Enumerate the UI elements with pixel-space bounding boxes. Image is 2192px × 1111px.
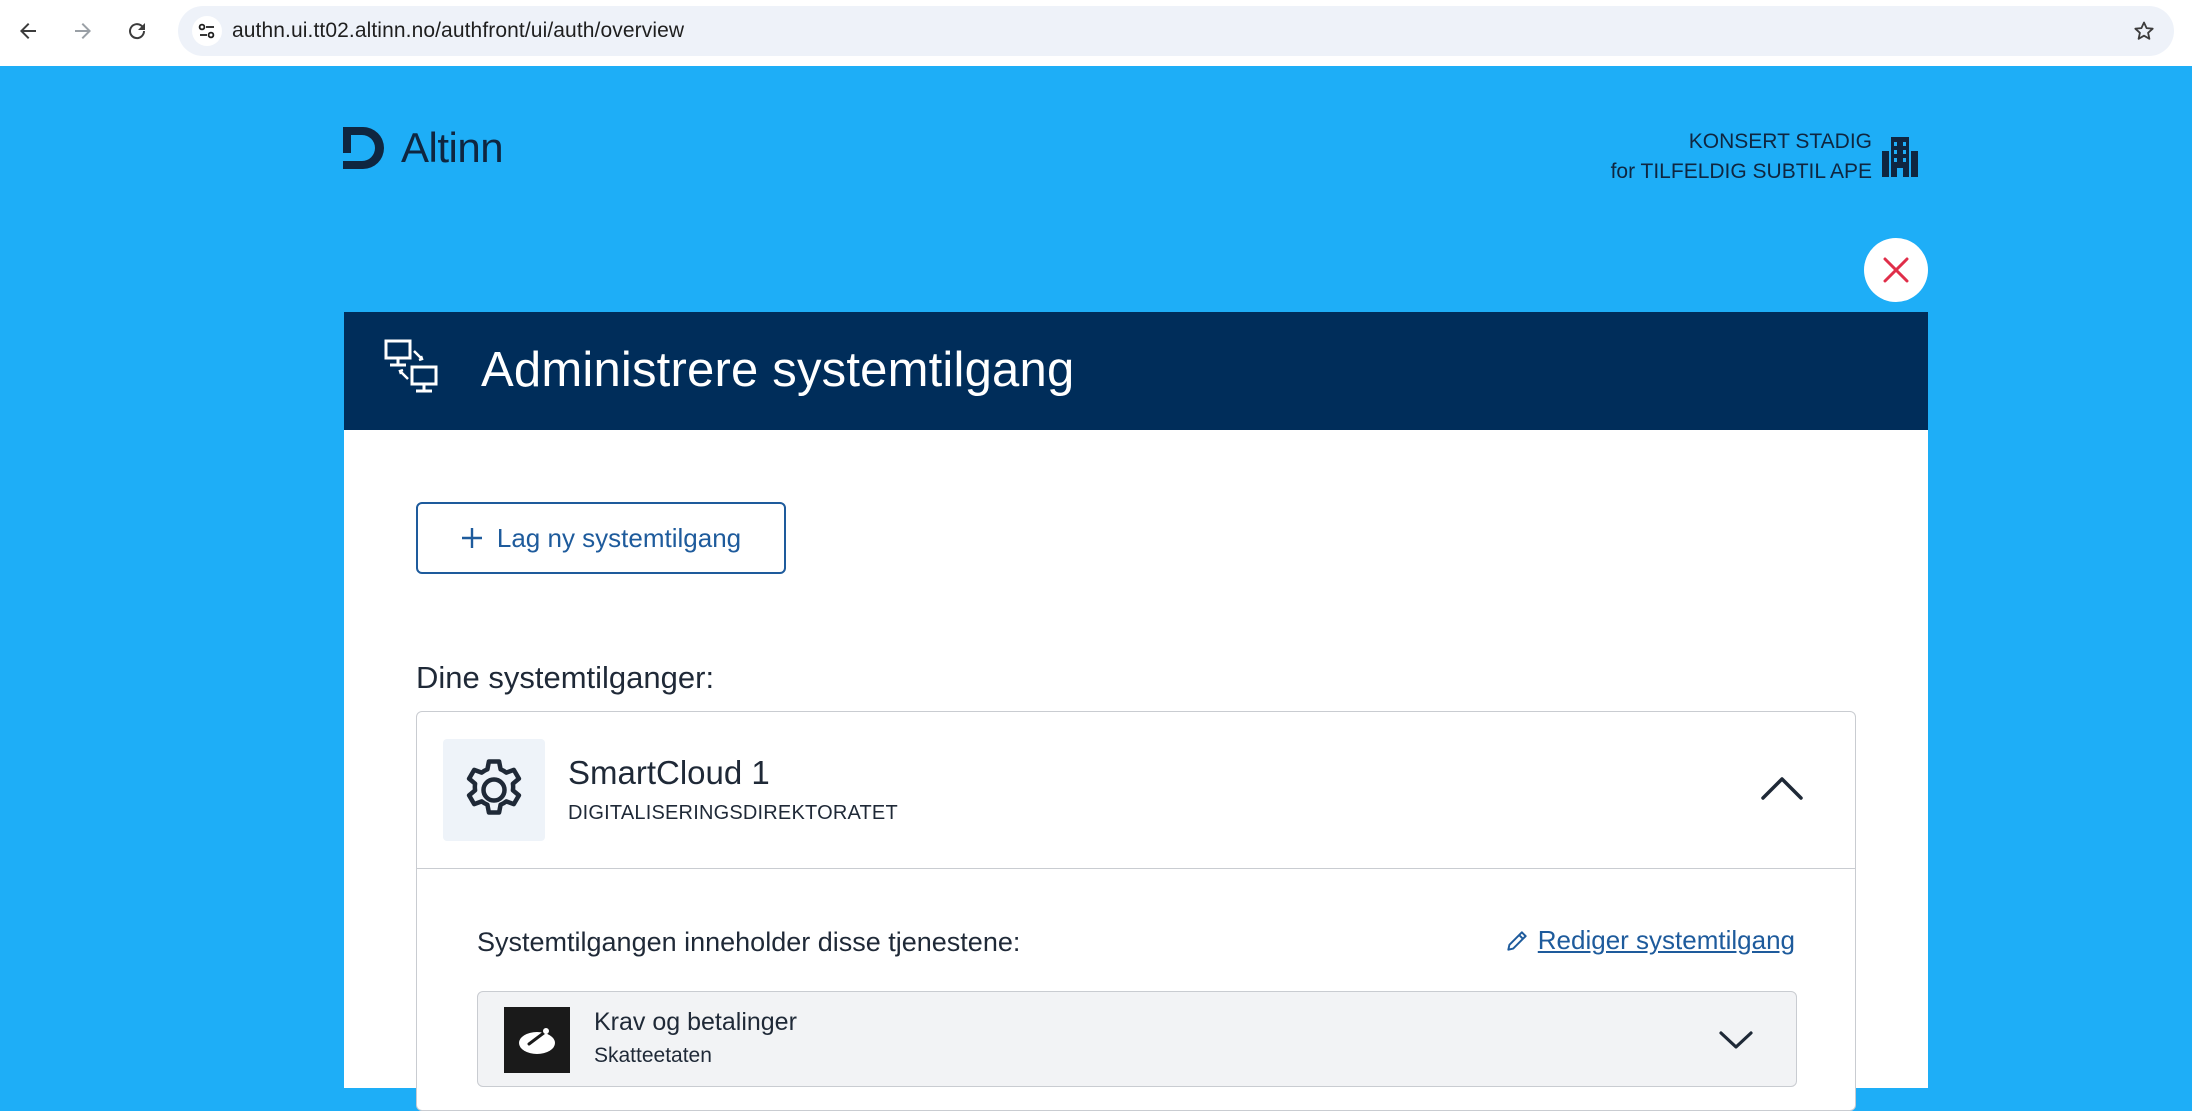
account-menu[interactable]: KONSERT STADIG for TILFELDIG SUBTIL APE (1611, 128, 1918, 186)
plus-icon (461, 528, 482, 548)
service-row[interactable]: Krav og betalinger Skatteetaten (477, 991, 1797, 1087)
chevron-down-icon (1719, 1031, 1753, 1049)
org-name: KONSERT STADIG (1688, 130, 1872, 153)
system-access-card: SmartCloud 1 DIGITALISERINGSDIREKTORATET… (416, 711, 1856, 1111)
edit-system-access-link[interactable]: Rediger systemtilgang (1504, 925, 1795, 956)
altinn-logo[interactable]: Altinn (343, 124, 504, 172)
building-icon (1882, 137, 1918, 177)
service-owner: Skatteetaten (594, 1044, 712, 1067)
service-name: Krav og betalinger (594, 1008, 797, 1036)
bookmark-star-icon[interactable] (2130, 17, 2158, 45)
logo-text: Altinn (401, 124, 504, 171)
site-settings-icon[interactable] (192, 16, 222, 46)
section-title: Dine systemtilganger: (416, 660, 715, 695)
services-title: Systemtilgangen inneholder disse tjenest… (477, 927, 1021, 957)
acting-for: for TILFELDIG SUBTIL APE (1610, 160, 1872, 183)
address-bar[interactable]: authn.ui.tt02.altinn.no/authfront/ui/aut… (178, 6, 2174, 56)
panel-header: Administrere systemtilgang (344, 312, 1928, 430)
close-icon (1883, 257, 1909, 283)
altinn-logo-icon (343, 127, 384, 169)
system-avatar (443, 739, 545, 841)
skatteetaten-logo (504, 1007, 570, 1073)
system-card-header[interactable]: SmartCloud 1 DIGITALISERINGSDIREKTORATET (417, 712, 1855, 869)
panel-body: Lag ny systemtilgang Dine systemtilgange… (344, 430, 1928, 1111)
browser-toolbar: authn.ui.tt02.altinn.no/authfront/ui/aut… (0, 0, 2192, 66)
forward-arrow-icon[interactable] (65, 13, 101, 49)
skatteetaten-logo-icon (519, 1028, 555, 1054)
new-system-access-label: Lag ny systemtilgang (496, 522, 742, 553)
collapse-toggle[interactable] (1759, 770, 1805, 806)
system-vendor: DIGITALISERINGSDIREKTORATET (568, 802, 898, 824)
url-text[interactable]: authn.ui.tt02.altinn.no/authfront/ui/aut… (232, 19, 684, 43)
new-system-access-button[interactable]: Lag ny systemtilgang (416, 502, 786, 574)
edit-link-label: Rediger systemtilgang (1537, 925, 1795, 955)
reload-icon[interactable] (119, 13, 155, 49)
service-expand-toggle[interactable] (1716, 1022, 1756, 1058)
gear-icon (466, 759, 522, 815)
back-arrow-icon[interactable] (10, 13, 46, 49)
close-button[interactable] (1864, 238, 1928, 302)
pencil-icon (1507, 930, 1527, 951)
page-title: Administrere systemtilgang (481, 343, 1075, 397)
system-name: SmartCloud 1 (568, 754, 770, 791)
chevron-up-icon (1761, 777, 1803, 800)
system-access-icon (384, 339, 438, 393)
